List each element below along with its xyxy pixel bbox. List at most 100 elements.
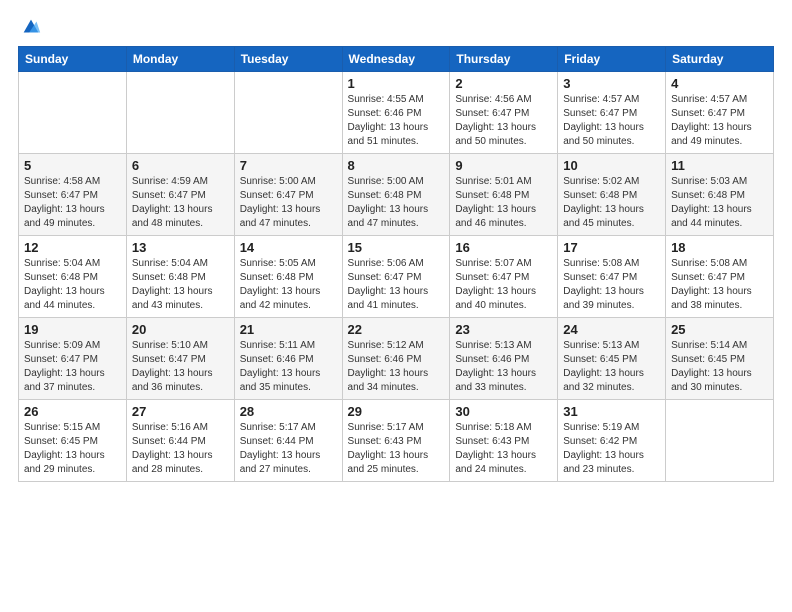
- day-number: 9: [455, 158, 552, 173]
- day-number: 25: [671, 322, 768, 337]
- day-number: 2: [455, 76, 552, 91]
- day-cell: 29 Sunrise: 5:17 AMSunset: 6:43 PMDayligh…: [342, 400, 450, 482]
- day-number: 15: [348, 240, 445, 255]
- day-number: 11: [671, 158, 768, 173]
- day-info: Sunrise: 5:00 AMSunset: 6:48 PMDaylight:…: [348, 175, 445, 231]
- day-number: 23: [455, 322, 552, 337]
- day-number: 16: [455, 240, 552, 255]
- day-info: Sunrise: 4:56 AMSunset: 6:47 PMDaylight:…: [455, 93, 552, 149]
- day-cell: 19 Sunrise: 5:09 AMSunset: 6:47 PMDayligh…: [19, 318, 127, 400]
- day-info: Sunrise: 5:00 AMSunset: 6:47 PMDaylight:…: [240, 175, 337, 231]
- day-number: 31: [563, 404, 660, 419]
- day-info: Sunrise: 4:58 AMSunset: 6:47 PMDaylight:…: [24, 175, 121, 231]
- day-info: Sunrise: 5:13 AMSunset: 6:45 PMDaylight:…: [563, 339, 660, 395]
- day-cell: 17 Sunrise: 5:08 AMSunset: 6:47 PMDayligh…: [558, 236, 666, 318]
- day-number: 19: [24, 322, 121, 337]
- day-cell: 28 Sunrise: 5:17 AMSunset: 6:44 PMDayligh…: [234, 400, 342, 482]
- header-tuesday: Tuesday: [234, 47, 342, 72]
- logo: [18, 16, 42, 38]
- day-info: Sunrise: 5:08 AMSunset: 6:47 PMDaylight:…: [671, 257, 768, 313]
- day-number: 30: [455, 404, 552, 419]
- day-cell: [126, 72, 234, 154]
- day-info: Sunrise: 5:11 AMSunset: 6:46 PMDaylight:…: [240, 339, 337, 395]
- day-info: Sunrise: 5:17 AMSunset: 6:43 PMDaylight:…: [348, 421, 445, 477]
- week-row-3: 12 Sunrise: 5:04 AMSunset: 6:48 PMDayligh…: [19, 236, 774, 318]
- day-info: Sunrise: 5:14 AMSunset: 6:45 PMDaylight:…: [671, 339, 768, 395]
- day-cell: [666, 400, 774, 482]
- page: Sunday Monday Tuesday Wednesday Thursday…: [0, 0, 792, 612]
- day-cell: 25 Sunrise: 5:14 AMSunset: 6:45 PMDayligh…: [666, 318, 774, 400]
- day-number: 8: [348, 158, 445, 173]
- day-number: 20: [132, 322, 229, 337]
- day-info: Sunrise: 5:02 AMSunset: 6:48 PMDaylight:…: [563, 175, 660, 231]
- day-cell: 16Sunrise: 5:07 AMSunset: 6:47 PMDayligh…: [450, 236, 558, 318]
- day-info: Sunrise: 5:06 AMSunset: 6:47 PMDaylight:…: [348, 257, 445, 313]
- day-info: Sunrise: 5:05 AMSunset: 6:48 PMDaylight:…: [240, 257, 337, 313]
- day-info: Sunrise: 5:04 AMSunset: 6:48 PMDaylight:…: [132, 257, 229, 313]
- day-cell: 13Sunrise: 5:04 AMSunset: 6:48 PMDayligh…: [126, 236, 234, 318]
- day-info: Sunrise: 5:03 AMSunset: 6:48 PMDaylight:…: [671, 175, 768, 231]
- day-number: 6: [132, 158, 229, 173]
- day-cell: 23 Sunrise: 5:13 AMSunset: 6:46 PMDayligh…: [450, 318, 558, 400]
- header-wednesday: Wednesday: [342, 47, 450, 72]
- day-cell: 11 Sunrise: 5:03 AMSunset: 6:48 PMDayligh…: [666, 154, 774, 236]
- day-cell: 4 Sunrise: 4:57 AMSunset: 6:47 PMDaylight…: [666, 72, 774, 154]
- header-friday: Friday: [558, 47, 666, 72]
- day-info: Sunrise: 5:16 AMSunset: 6:44 PMDaylight:…: [132, 421, 229, 477]
- day-info: Sunrise: 4:57 AMSunset: 6:47 PMDaylight:…: [671, 93, 768, 149]
- day-cell: 14Sunrise: 5:05 AMSunset: 6:48 PMDayligh…: [234, 236, 342, 318]
- day-info: Sunrise: 5:17 AMSunset: 6:44 PMDaylight:…: [240, 421, 337, 477]
- day-number: 12: [24, 240, 121, 255]
- day-cell: 5 Sunrise: 4:58 AMSunset: 6:47 PMDaylight…: [19, 154, 127, 236]
- day-cell: 26Sunrise: 5:15 AMSunset: 6:45 PMDayligh…: [19, 400, 127, 482]
- calendar-table: Sunday Monday Tuesday Wednesday Thursday…: [18, 46, 774, 482]
- day-cell: 21Sunrise: 5:11 AMSunset: 6:46 PMDayligh…: [234, 318, 342, 400]
- day-info: Sunrise: 4:59 AMSunset: 6:47 PMDaylight:…: [132, 175, 229, 231]
- header-saturday: Saturday: [666, 47, 774, 72]
- day-cell: 22 Sunrise: 5:12 AMSunset: 6:46 PMDayligh…: [342, 318, 450, 400]
- day-cell: 3 Sunrise: 4:57 AMSunset: 6:47 PMDaylight…: [558, 72, 666, 154]
- day-number: 3: [563, 76, 660, 91]
- day-info: Sunrise: 5:13 AMSunset: 6:46 PMDaylight:…: [455, 339, 552, 395]
- day-info: Sunrise: 5:12 AMSunset: 6:46 PMDaylight:…: [348, 339, 445, 395]
- day-number: 29: [348, 404, 445, 419]
- day-number: 4: [671, 76, 768, 91]
- day-info: Sunrise: 5:18 AMSunset: 6:43 PMDaylight:…: [455, 421, 552, 477]
- day-cell: [19, 72, 127, 154]
- day-cell: 7 Sunrise: 5:00 AMSunset: 6:47 PMDaylight…: [234, 154, 342, 236]
- day-number: 27: [132, 404, 229, 419]
- logo-icon: [20, 16, 42, 38]
- day-cell: 1Sunrise: 4:55 AMSunset: 6:46 PMDaylight…: [342, 72, 450, 154]
- header: [18, 16, 774, 38]
- header-monday: Monday: [126, 47, 234, 72]
- weekday-header-row: Sunday Monday Tuesday Wednesday Thursday…: [19, 47, 774, 72]
- day-cell: 18 Sunrise: 5:08 AMSunset: 6:47 PMDayligh…: [666, 236, 774, 318]
- day-number: 22: [348, 322, 445, 337]
- week-row-4: 19 Sunrise: 5:09 AMSunset: 6:47 PMDayligh…: [19, 318, 774, 400]
- day-number: 28: [240, 404, 337, 419]
- day-number: 5: [24, 158, 121, 173]
- day-info: Sunrise: 5:08 AMSunset: 6:47 PMDaylight:…: [563, 257, 660, 313]
- day-number: 10: [563, 158, 660, 173]
- day-number: 18: [671, 240, 768, 255]
- day-info: Sunrise: 5:15 AMSunset: 6:45 PMDaylight:…: [24, 421, 121, 477]
- day-cell: 15 Sunrise: 5:06 AMSunset: 6:47 PMDayligh…: [342, 236, 450, 318]
- day-cell: 10 Sunrise: 5:02 AMSunset: 6:48 PMDayligh…: [558, 154, 666, 236]
- day-cell: 6 Sunrise: 4:59 AMSunset: 6:47 PMDaylight…: [126, 154, 234, 236]
- day-info: Sunrise: 4:57 AMSunset: 6:47 PMDaylight:…: [563, 93, 660, 149]
- day-cell: 2 Sunrise: 4:56 AMSunset: 6:47 PMDaylight…: [450, 72, 558, 154]
- header-sunday: Sunday: [19, 47, 127, 72]
- day-cell: 12Sunrise: 5:04 AMSunset: 6:48 PMDayligh…: [19, 236, 127, 318]
- week-row-2: 5 Sunrise: 4:58 AMSunset: 6:47 PMDaylight…: [19, 154, 774, 236]
- day-info: Sunrise: 5:10 AMSunset: 6:47 PMDaylight:…: [132, 339, 229, 395]
- day-cell: 30 Sunrise: 5:18 AMSunset: 6:43 PMDayligh…: [450, 400, 558, 482]
- header-thursday: Thursday: [450, 47, 558, 72]
- day-number: 17: [563, 240, 660, 255]
- week-row-5: 26Sunrise: 5:15 AMSunset: 6:45 PMDayligh…: [19, 400, 774, 482]
- day-info: Sunrise: 5:01 AMSunset: 6:48 PMDaylight:…: [455, 175, 552, 231]
- day-cell: 31Sunrise: 5:19 AMSunset: 6:42 PMDayligh…: [558, 400, 666, 482]
- day-number: 24: [563, 322, 660, 337]
- week-row-1: 1Sunrise: 4:55 AMSunset: 6:46 PMDaylight…: [19, 72, 774, 154]
- day-info: Sunrise: 5:09 AMSunset: 6:47 PMDaylight:…: [24, 339, 121, 395]
- day-number: 7: [240, 158, 337, 173]
